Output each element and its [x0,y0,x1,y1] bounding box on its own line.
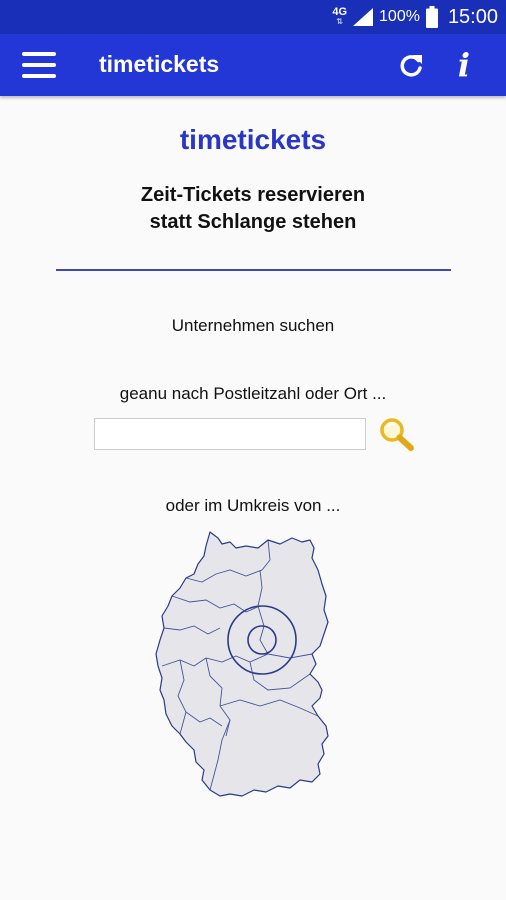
clock: 15:00 [447,5,498,28]
hamburger-menu-icon[interactable] [22,52,56,78]
zip-search-input[interactable] [94,418,366,450]
tagline-line-2: statt Schlange stehen [149,211,357,233]
app-title: timetickets [99,51,220,77]
germany-map[interactable] [150,530,334,798]
zip-search-label: geanu nach Postleitzahl oder Ort ... [119,384,387,403]
status-bar: 4G ⇅ 100% 15:00 [0,0,506,34]
signal-icon [353,8,374,26]
battery-percent: 100% [379,8,420,25]
search-icon[interactable] [378,416,416,452]
tagline: Zeit-Tickets reservieren statt Schlange … [0,182,506,236]
battery-icon [425,6,438,28]
radius-search-label: oder im Umkreis von ... [165,496,341,515]
page-title: timetickets [179,124,327,155]
status-icons: 4G ⇅ 100% 15:00 [332,0,498,34]
network-activity: ⇅ [336,17,344,26]
info-icon[interactable]: i [452,48,476,82]
germany-outline [155,531,329,797]
tagline-line-1: Zeit-Tickets reservieren [140,184,366,206]
section-title: Unternehmen suchen [171,316,335,335]
refresh-icon[interactable] [396,52,426,80]
divider [56,269,451,271]
network-indicator: 4G ⇅ [332,7,347,27]
app-bar: timetickets i [0,34,506,96]
